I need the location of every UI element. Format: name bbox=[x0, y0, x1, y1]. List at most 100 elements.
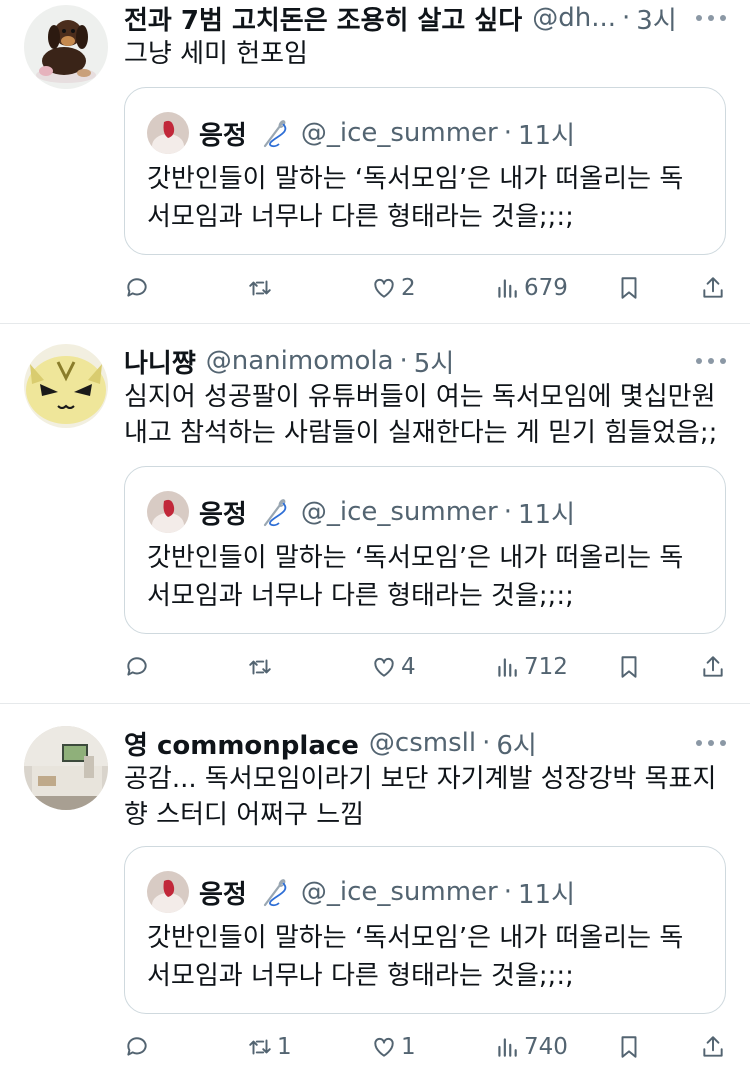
share-button[interactable] bbox=[700, 268, 726, 308]
avatar[interactable] bbox=[147, 871, 189, 913]
quoted-user-avatar bbox=[147, 491, 189, 533]
view-count: 740 bbox=[524, 1034, 568, 1060]
like-button[interactable]: 1 bbox=[371, 1027, 416, 1067]
like-count: 4 bbox=[401, 654, 416, 680]
puppy-toy-avatar bbox=[24, 5, 108, 89]
bookmark-icon bbox=[621, 1036, 637, 1058]
avatar[interactable] bbox=[24, 5, 108, 89]
like-button[interactable]: 2 bbox=[371, 268, 416, 308]
retweet-icon bbox=[249, 1039, 271, 1055]
user-handle[interactable]: @nanimomola bbox=[206, 346, 394, 376]
quoted-tweet[interactable]: 응정 @_ice_summer · 11시 갓반인들이 말하는 ‘독서모임’은 … bbox=[124, 466, 726, 634]
views-chart-icon bbox=[498, 1038, 517, 1057]
heart-icon bbox=[374, 1037, 394, 1057]
timestamp[interactable]: 3시 bbox=[636, 0, 676, 36]
share-button[interactable] bbox=[700, 1027, 726, 1067]
more-options-icon[interactable] bbox=[696, 733, 726, 753]
quoted-display-name[interactable]: 응정 bbox=[199, 494, 247, 531]
reply-icon bbox=[127, 657, 147, 676]
retweet-button[interactable] bbox=[247, 268, 277, 308]
view-count: 679 bbox=[524, 275, 568, 301]
tweet-header: 영 commonplace @csmsll · 6시 bbox=[124, 725, 726, 761]
like-button[interactable]: 4 bbox=[371, 647, 416, 687]
bookmark-button[interactable] bbox=[616, 647, 642, 687]
tweet-actions: 4 712 bbox=[0, 647, 750, 687]
quoted-display-name[interactable]: 응정 bbox=[199, 115, 247, 152]
quoted-timestamp[interactable]: 11시 bbox=[518, 874, 575, 911]
separator-dot: · bbox=[503, 877, 512, 907]
tweet-text: 그냥 세미 헌포임 bbox=[124, 39, 308, 69]
share-icon bbox=[703, 656, 723, 677]
separator-dot: · bbox=[482, 728, 491, 758]
more-options-icon[interactable] bbox=[696, 8, 726, 28]
retweet-button[interactable] bbox=[247, 647, 277, 687]
quoted-timestamp[interactable]: 11시 bbox=[518, 494, 575, 531]
views-chart-icon bbox=[498, 658, 517, 677]
retweet-icon bbox=[249, 280, 271, 296]
avatar[interactable] bbox=[147, 491, 189, 533]
views-button[interactable]: 712 bbox=[494, 647, 568, 687]
separator-dot: · bbox=[399, 346, 408, 376]
separator-dot: · bbox=[622, 3, 631, 33]
needle-thread-icon bbox=[263, 120, 287, 148]
quoted-tweet[interactable]: 응정 @_ice_summer · 11시 갓반인들이 말하는 ‘독서모임’은 … bbox=[124, 846, 726, 1014]
views-chart-icon bbox=[498, 279, 517, 298]
tweet-text: 공감... 독서모임이라기 보단 자기계발 성장강박 목표지향 스터디 어쩌구 … bbox=[124, 764, 717, 830]
bookmark-icon bbox=[621, 277, 637, 299]
display-name[interactable]: 나니쨩 bbox=[124, 343, 196, 379]
separator-dot: · bbox=[503, 497, 512, 527]
tweet[interactable]: 전과 7범 고치돈은 조용히 살고 싶다 @dh... · 3시 그냥 세미 헌… bbox=[0, 0, 750, 324]
avatar[interactable] bbox=[24, 344, 108, 428]
user-handle[interactable]: @dh... bbox=[532, 3, 616, 33]
share-icon bbox=[703, 277, 723, 298]
user-handle[interactable]: @csmsll bbox=[369, 728, 476, 758]
bookmark-icon bbox=[621, 656, 637, 678]
quoted-timestamp[interactable]: 11시 bbox=[518, 115, 575, 152]
tweet-text: 심지어 성공팔이 유튜버들이 여는 독서모임에 몇십만원 내고 참석하는 사람들… bbox=[124, 382, 718, 448]
tweet-header: 나니쨩 @nanimomola · 5시 bbox=[124, 343, 726, 379]
display-name[interactable]: 영 commonplace bbox=[124, 725, 359, 761]
reply-icon bbox=[127, 278, 147, 297]
separator-dot: · bbox=[503, 118, 512, 148]
quoted-user-handle[interactable]: @_ice_summer bbox=[301, 118, 498, 148]
quoted-user-avatar bbox=[147, 112, 189, 154]
more-options-icon[interactable] bbox=[696, 351, 726, 371]
avatar[interactable] bbox=[24, 726, 108, 810]
like-count: 2 bbox=[401, 275, 416, 301]
views-button[interactable]: 740 bbox=[494, 1027, 568, 1067]
quoted-user-handle[interactable]: @_ice_summer bbox=[301, 497, 498, 527]
quoted-tweet[interactable]: 응정 @_ice_summer · 11시 갓반인들이 말하는 ‘독서모임’은 … bbox=[124, 87, 726, 255]
retweet-button[interactable]: 1 bbox=[247, 1027, 292, 1067]
views-button[interactable]: 679 bbox=[494, 268, 568, 308]
quoted-tweet-text: 갓반인들이 말하는 ‘독서모임’은 내가 떠올리는 독서모임과 너무나 다른 형… bbox=[147, 543, 684, 611]
bookmark-button[interactable] bbox=[616, 1027, 642, 1067]
bookmark-button[interactable] bbox=[616, 268, 642, 308]
cat-villager-avatar bbox=[24, 344, 108, 428]
tweet-actions: 1 1 740 bbox=[0, 1027, 750, 1067]
retweet-count: 1 bbox=[277, 1034, 292, 1060]
desk-photo-avatar bbox=[24, 726, 108, 810]
share-button[interactable] bbox=[700, 647, 726, 687]
needle-thread-icon bbox=[263, 499, 287, 527]
tweet-header: 전과 7범 고치돈은 조용히 살고 싶다 @dh... · 3시 bbox=[124, 0, 726, 36]
tweet[interactable]: 영 commonplace @csmsll · 6시 공감... 독서모임이라기… bbox=[0, 704, 750, 1067]
quoted-user-handle[interactable]: @_ice_summer bbox=[301, 877, 498, 907]
quoted-tweet-text: 갓반인들이 말하는 ‘독서모임’은 내가 떠올리는 독서모임과 너무나 다른 형… bbox=[147, 923, 684, 991]
quoted-display-name[interactable]: 응정 bbox=[199, 874, 247, 911]
like-count: 1 bbox=[401, 1034, 416, 1060]
needle-thread-icon bbox=[263, 879, 287, 907]
retweet-icon bbox=[249, 659, 271, 675]
timestamp[interactable]: 5시 bbox=[414, 343, 454, 379]
reply-button[interactable] bbox=[124, 1027, 154, 1067]
quoted-user-avatar bbox=[147, 871, 189, 913]
view-count: 712 bbox=[524, 654, 568, 680]
timeline: 전과 7범 고치돈은 조용히 살고 싶다 @dh... · 3시 그냥 세미 헌… bbox=[0, 0, 750, 1067]
tweet-actions: 2 679 bbox=[0, 268, 750, 308]
reply-button[interactable] bbox=[124, 268, 154, 308]
reply-button[interactable] bbox=[124, 647, 154, 687]
heart-icon bbox=[374, 657, 394, 677]
display-name[interactable]: 전과 7범 고치돈은 조용히 살고 싶다 bbox=[124, 0, 522, 36]
tweet[interactable]: 나니쨩 @nanimomola · 5시 심지어 성공팔이 유튜버들이 여는 독… bbox=[0, 324, 750, 704]
timestamp[interactable]: 6시 bbox=[496, 725, 536, 761]
avatar[interactable] bbox=[147, 112, 189, 154]
